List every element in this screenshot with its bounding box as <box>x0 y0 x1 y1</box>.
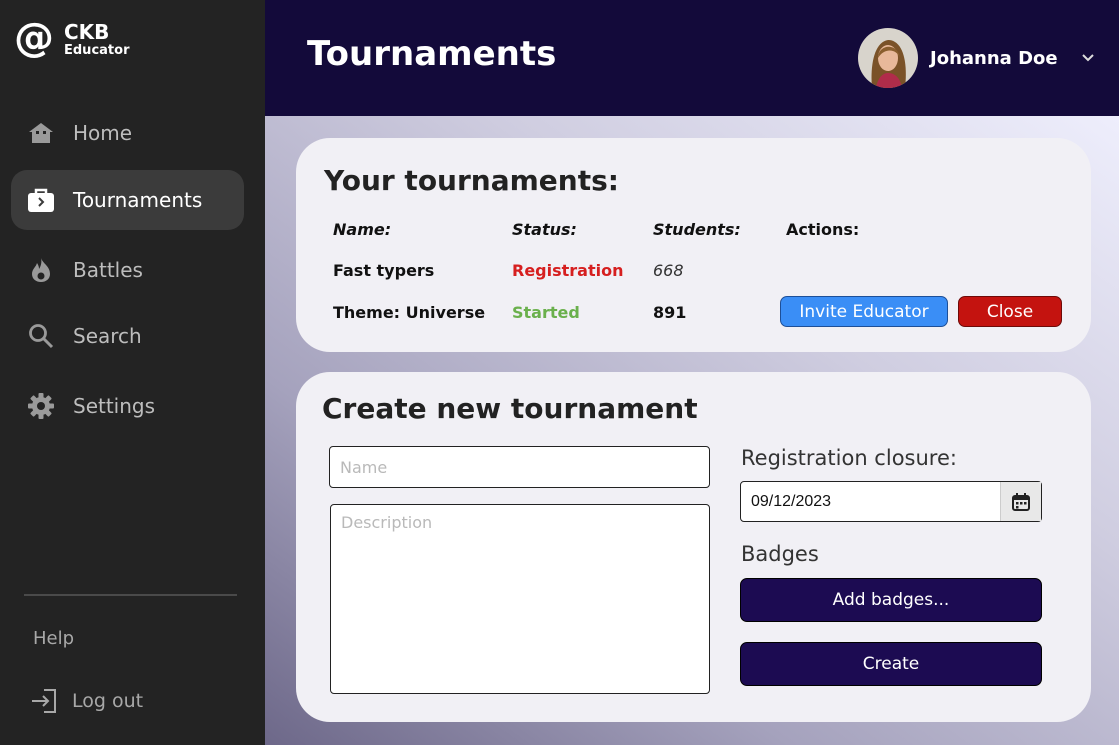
create-button[interactable]: Create <box>740 642 1042 686</box>
gear-icon <box>27 392 55 420</box>
column-header-students: Students: <box>653 220 741 239</box>
logout-button[interactable]: Log out <box>30 688 143 714</box>
name-input[interactable] <box>329 446 710 488</box>
brand-subtitle: Educator <box>64 42 130 58</box>
sidebar: @ CKB Educator Home Tournaments Battles … <box>0 0 265 745</box>
sidebar-item-label: Home <box>73 121 133 145</box>
sidebar-item-label: Search <box>73 324 142 348</box>
registration-date-field[interactable]: 09/12/2023 <box>740 481 1042 522</box>
tournament-name: Fast typers <box>333 261 435 280</box>
help-link[interactable]: Help <box>33 628 74 649</box>
user-name: Johanna Doe <box>930 47 1058 69</box>
students-count: 668 <box>653 261 684 280</box>
your-tournaments-card: Your tournaments: Name: Status: Students… <box>296 138 1091 352</box>
flame-icon <box>27 256 55 284</box>
registration-date-value: 09/12/2023 <box>751 492 832 510</box>
sidebar-item-search[interactable]: Search <box>11 306 244 366</box>
sidebar-item-label: Tournaments <box>73 188 203 212</box>
sidebar-item-battles[interactable]: Battles <box>11 240 244 300</box>
students-count: 891 <box>653 303 687 322</box>
sidebar-item-label: Battles <box>73 258 143 282</box>
brand-title: CKB <box>64 19 110 44</box>
avatar <box>858 28 918 88</box>
chevron-down-icon[interactable] <box>1081 48 1095 67</box>
at-sign-icon: @ <box>14 15 54 61</box>
sidebar-item-home[interactable]: Home <box>11 103 244 163</box>
top-header: Tournaments Johanna Doe <box>265 0 1119 116</box>
search-icon <box>27 322 55 350</box>
create-tournament-card: Create new tournament Registration closu… <box>296 372 1091 722</box>
registration-closure-label: Registration closure: <box>741 446 957 470</box>
logout-icon <box>30 688 58 714</box>
brand-logo[interactable]: @ CKB Educator <box>14 15 130 61</box>
create-tournament-title: Create new tournament <box>322 392 698 425</box>
description-input[interactable] <box>330 504 710 694</box>
tournament-name: Theme: Universe <box>333 303 486 322</box>
status-badge: Started <box>512 303 580 322</box>
home-icon <box>27 119 55 147</box>
column-header-actions: Actions: <box>786 220 860 239</box>
column-header-name: Name: <box>333 220 392 239</box>
sidebar-item-settings[interactable]: Settings <box>11 376 244 436</box>
briefcase-icon <box>27 186 55 214</box>
user-menu[interactable]: Johanna Doe <box>858 28 1058 88</box>
badges-label: Badges <box>741 542 819 566</box>
status-badge: Registration <box>512 261 624 280</box>
sidebar-item-tournaments[interactable]: Tournaments <box>11 170 244 230</box>
column-header-status: Status: <box>512 220 577 239</box>
sidebar-item-label: Settings <box>73 394 156 418</box>
invite-educator-button[interactable]: Invite Educator <box>780 296 948 327</box>
page-title: Tournaments <box>307 34 557 74</box>
add-badges-button[interactable]: Add badges... <box>740 578 1042 622</box>
main-content: Your tournaments: Name: Status: Students… <box>265 116 1119 745</box>
sidebar-divider <box>24 594 237 596</box>
your-tournaments-title: Your tournaments: <box>324 164 619 197</box>
calendar-icon[interactable] <box>1000 482 1041 521</box>
close-tournament-button[interactable]: Close <box>958 296 1062 327</box>
logout-label: Log out <box>72 690 144 712</box>
